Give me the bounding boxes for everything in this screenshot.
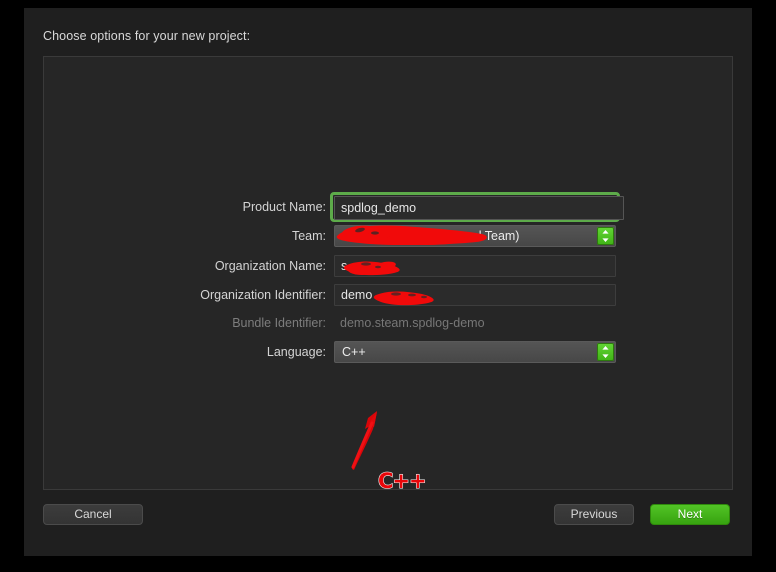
label-organization-name: Organization Name:: [214, 259, 326, 273]
label-bundle-identifier: Bundle Identifier:: [232, 316, 326, 330]
label-language: Language:: [266, 345, 326, 359]
field-row-bundle-identifier: Bundle Identifier: demo.steam.spdlog-dem…: [44, 312, 734, 334]
annotation-text-cpp: C++: [377, 468, 427, 493]
field-row-organization-name: Organization Name:: [44, 255, 734, 277]
language-dropdown[interactable]: C++: [334, 341, 616, 363]
field-row-language: Language: C++: [44, 341, 734, 363]
language-value: C++: [342, 345, 366, 359]
label-team: Team:: [291, 229, 326, 243]
cancel-button[interactable]: Cancel: [43, 504, 143, 525]
team-dropdown[interactable]: (Personal Team): [334, 225, 616, 247]
label-product-name: Product Name:: [242, 200, 326, 214]
chevron-updown-icon[interactable]: [597, 343, 614, 361]
field-row-organization-identifier: Organization Identifier:: [44, 284, 734, 306]
product-name-focus-ring: [330, 192, 624, 222]
bundle-identifier-value: demo.steam.spdlog-demo: [340, 316, 485, 330]
chevron-updown-icon[interactable]: [597, 227, 614, 245]
next-button[interactable]: Next: [650, 504, 730, 525]
new-project-options-dialog: Choose options for your new project: Pro…: [24, 8, 752, 556]
label-organization-identifier: Organization Identifier:: [200, 288, 326, 302]
organization-name-input[interactable]: [334, 255, 616, 277]
organization-identifier-input[interactable]: [334, 284, 616, 306]
product-name-input[interactable]: [334, 196, 624, 220]
field-row-team: Team: (Personal Team): [44, 225, 734, 247]
page-title: Choose options for your new project:: [43, 29, 251, 43]
field-row-product-name: Product Name:: [44, 192, 734, 222]
previous-button[interactable]: Previous: [554, 504, 634, 525]
red-arrow-up-right-icon: [351, 411, 377, 470]
screen: Choose options for your new project: Pro…: [0, 0, 776, 572]
team-value: (Personal Team): [428, 229, 520, 243]
options-panel: Product Name: Team: (Personal Team): [43, 56, 734, 494]
